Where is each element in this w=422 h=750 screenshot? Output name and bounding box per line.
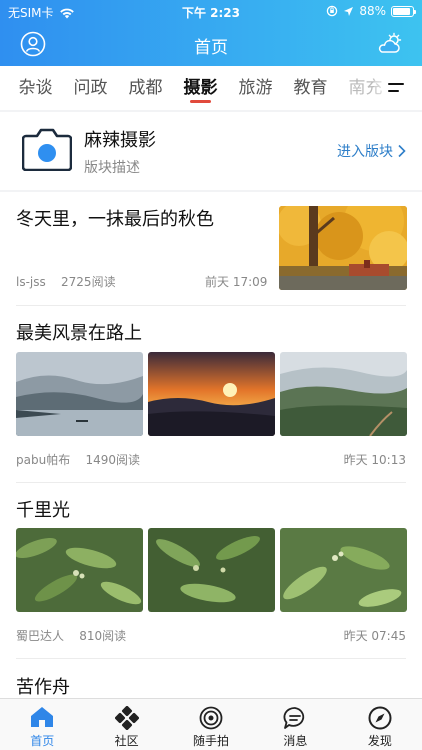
more-tabs-button[interactable] — [374, 66, 422, 110]
header-bar: 首页 — [0, 22, 422, 66]
tabbar-home-label: 首页 — [30, 734, 55, 748]
post-time: 昨天 07:45 — [343, 629, 406, 643]
tab-wenzheng[interactable]: 问政 — [63, 66, 118, 110]
battery-percent: 88% — [359, 4, 386, 18]
post-item[interactable]: 最美风景在路上 pabu帕布 1490阅读 昨天 10:13 — [0, 306, 422, 481]
post-item[interactable]: 冬天里，一抹最后的秋色 ls-jss 2725阅读 前天 17:09 — [0, 192, 422, 306]
tab-zatan[interactable]: 杂谈 — [8, 66, 63, 110]
tabbar-community[interactable]: 社区 — [84, 699, 168, 750]
board-description: 版块描述 — [84, 160, 140, 176]
tabbar-home[interactable]: 首页 — [0, 699, 84, 750]
post-reads: 1490阅读 — [85, 453, 141, 467]
discover-icon — [368, 706, 392, 730]
message-icon — [283, 707, 305, 729]
tabbar-discover[interactable]: 发现 — [338, 699, 422, 750]
tab-photography[interactable]: 摄影 — [173, 66, 228, 110]
post-reads: 810阅读 — [79, 629, 127, 643]
category-tabs: 杂谈 问政 成都 摄影 旅游 教育 南充 — [0, 66, 422, 110]
enter-board-label: 进入版块 — [337, 144, 393, 160]
battery-icon — [391, 5, 416, 17]
page-title: 首页 — [194, 38, 228, 58]
post-reads: 2725阅读 — [61, 275, 116, 289]
menu-icon — [388, 83, 404, 85]
board-name: 麻辣摄影 — [84, 130, 156, 151]
post-image — [280, 352, 407, 436]
community-icon — [114, 706, 139, 730]
post-title: 千里光 — [16, 500, 70, 521]
tabbar-snapshot-label: 随手拍 — [193, 734, 230, 748]
tab-travel[interactable]: 旅游 — [228, 66, 283, 110]
post-thumbnail — [279, 206, 407, 290]
tabbar-messages[interactable]: 消息 — [253, 699, 337, 750]
post-author: pabu帕布 — [16, 453, 71, 467]
tabbar-community-label: 社区 — [114, 734, 139, 748]
enter-board-link[interactable]: 进入版块 — [337, 141, 406, 161]
tab-education[interactable]: 教育 — [283, 66, 338, 110]
bottom-tab-bar: 首页 社区 随手拍 消息 发现 — [0, 698, 422, 750]
tabbar-discover-label: 发现 — [367, 734, 392, 748]
tab-chengdu[interactable]: 成都 — [118, 66, 173, 110]
tabbar-snapshot[interactable]: 随手拍 — [169, 699, 253, 750]
tabbar-messages-label: 消息 — [283, 734, 308, 748]
post-image — [16, 352, 143, 436]
post-item[interactable]: 苦作舟 — [0, 659, 422, 698]
post-time: 前天 17:09 — [205, 275, 268, 289]
post-author: ls-jss — [16, 275, 46, 289]
post-time: 昨天 10:13 — [343, 453, 406, 467]
post-title: 冬天里，一抹最后的秋色 — [16, 209, 214, 230]
camera-icon — [22, 128, 72, 171]
status-bar: 无SIM卡 下午 2:23 88% — [0, 0, 422, 22]
post-image — [148, 352, 275, 436]
post-title: 苦作舟 — [16, 677, 70, 698]
post-title: 最美风景在路上 — [16, 323, 142, 344]
location-arrow-icon — [344, 6, 354, 16]
home-icon — [31, 707, 54, 727]
orientation-lock-icon — [327, 5, 338, 17]
post-feed: 冬天里，一抹最后的秋色 ls-jss 2725阅读 前天 17:09 最美风景在… — [0, 192, 422, 698]
post-item[interactable]: 千里光 蜀巴达人 810阅读 昨天 07:45 — [0, 483, 422, 658]
post-author: 蜀巴达人 — [16, 629, 65, 643]
weather-icon[interactable] — [376, 32, 404, 56]
post-image — [280, 528, 407, 612]
chevron-right-icon — [398, 144, 406, 158]
snapshot-icon — [199, 706, 223, 730]
board-header: 麻辣摄影 版块描述 进入版块 — [0, 112, 422, 190]
post-image — [148, 528, 275, 612]
post-image — [16, 528, 143, 612]
